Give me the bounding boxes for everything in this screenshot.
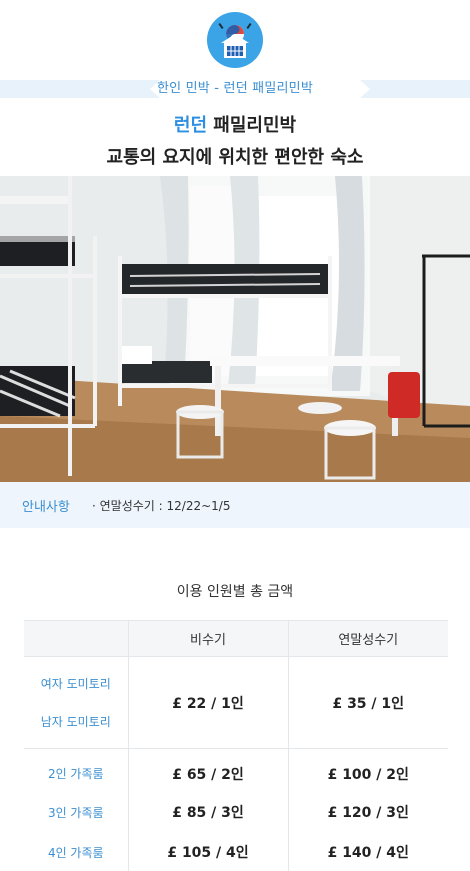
dorm-labels-cell: 여자 도미토리 남자 도미토리: [24, 656, 128, 749]
row-label-male-dorm: 남자 도미토리: [40, 714, 111, 729]
price-dorm-peak-season: £ 35 / 1인: [287, 656, 448, 749]
price-family-2-peak-season: £ 100 / 2인: [287, 748, 448, 793]
price-family-3-off-season: £ 85 / 3인: [127, 792, 288, 832]
header-cell-peak-season: 연말성수기: [287, 620, 448, 657]
banner-text: 한인 민박 - 런던 패밀리민박: [157, 81, 313, 96]
price-dorm-off-season: £ 22 / 1인: [127, 656, 288, 749]
table-row: 3인 가족룸 £ 85 / 3인 £ 120 / 3인: [24, 792, 448, 832]
notice-text: · 연말성수기 : 12/22~1/5: [92, 499, 231, 513]
room-photo: [0, 176, 470, 482]
table-header-row: 비수기 연말성수기: [24, 620, 448, 657]
price-family-4-peak-season: £ 140 / 4인: [287, 831, 448, 871]
table-row-dormitory: 여자 도미토리 남자 도미토리 £ 22 / 1인 £ 35 / 1인: [24, 656, 448, 749]
price-family-2-off-season: £ 65 / 2인: [127, 748, 288, 793]
row-label-female-dorm: 여자 도미토리: [40, 676, 111, 691]
title-rest: 패밀리민박: [207, 115, 297, 136]
guesthouse-logo-icon: [207, 12, 263, 68]
price-family-3-peak-season: £ 120 / 3인: [287, 792, 448, 832]
row-label-family-4: 4인 가족룸: [24, 831, 128, 871]
row-label-family-2: 2인 가족룸: [47, 767, 104, 782]
page-title: 런던 패밀리민박: [0, 111, 470, 137]
header-cell-off-season: 비수기: [127, 620, 288, 657]
header-cell-empty: [24, 620, 128, 657]
notice-bar: 안내사항 · 연말성수기 : 12/22~1/5: [0, 482, 470, 528]
pricing-table: 비수기 연말성수기 여자 도미토리 남자 도미토리 £ 22 / 1인 £ 35…: [24, 620, 448, 871]
page-subtitle: 교통의 요지에 위치한 편안한 숙소: [106, 147, 364, 168]
row-label-family-3: 3인 가족룸: [47, 805, 104, 820]
table-row: 4인 가족룸 £ 105 / 4인 £ 140 / 4인: [24, 831, 448, 871]
price-family-4-off-season: £ 105 / 4인: [127, 831, 288, 871]
notice-label: 안내사항: [22, 500, 70, 515]
header-logo-area: [0, 0, 470, 80]
title-accent: 런던: [173, 115, 208, 136]
table-row: 2인 가족룸 £ 65 / 2인 £ 100 / 2인: [24, 748, 448, 793]
pricing-title: 이용 인원별 총 금액: [176, 584, 294, 600]
